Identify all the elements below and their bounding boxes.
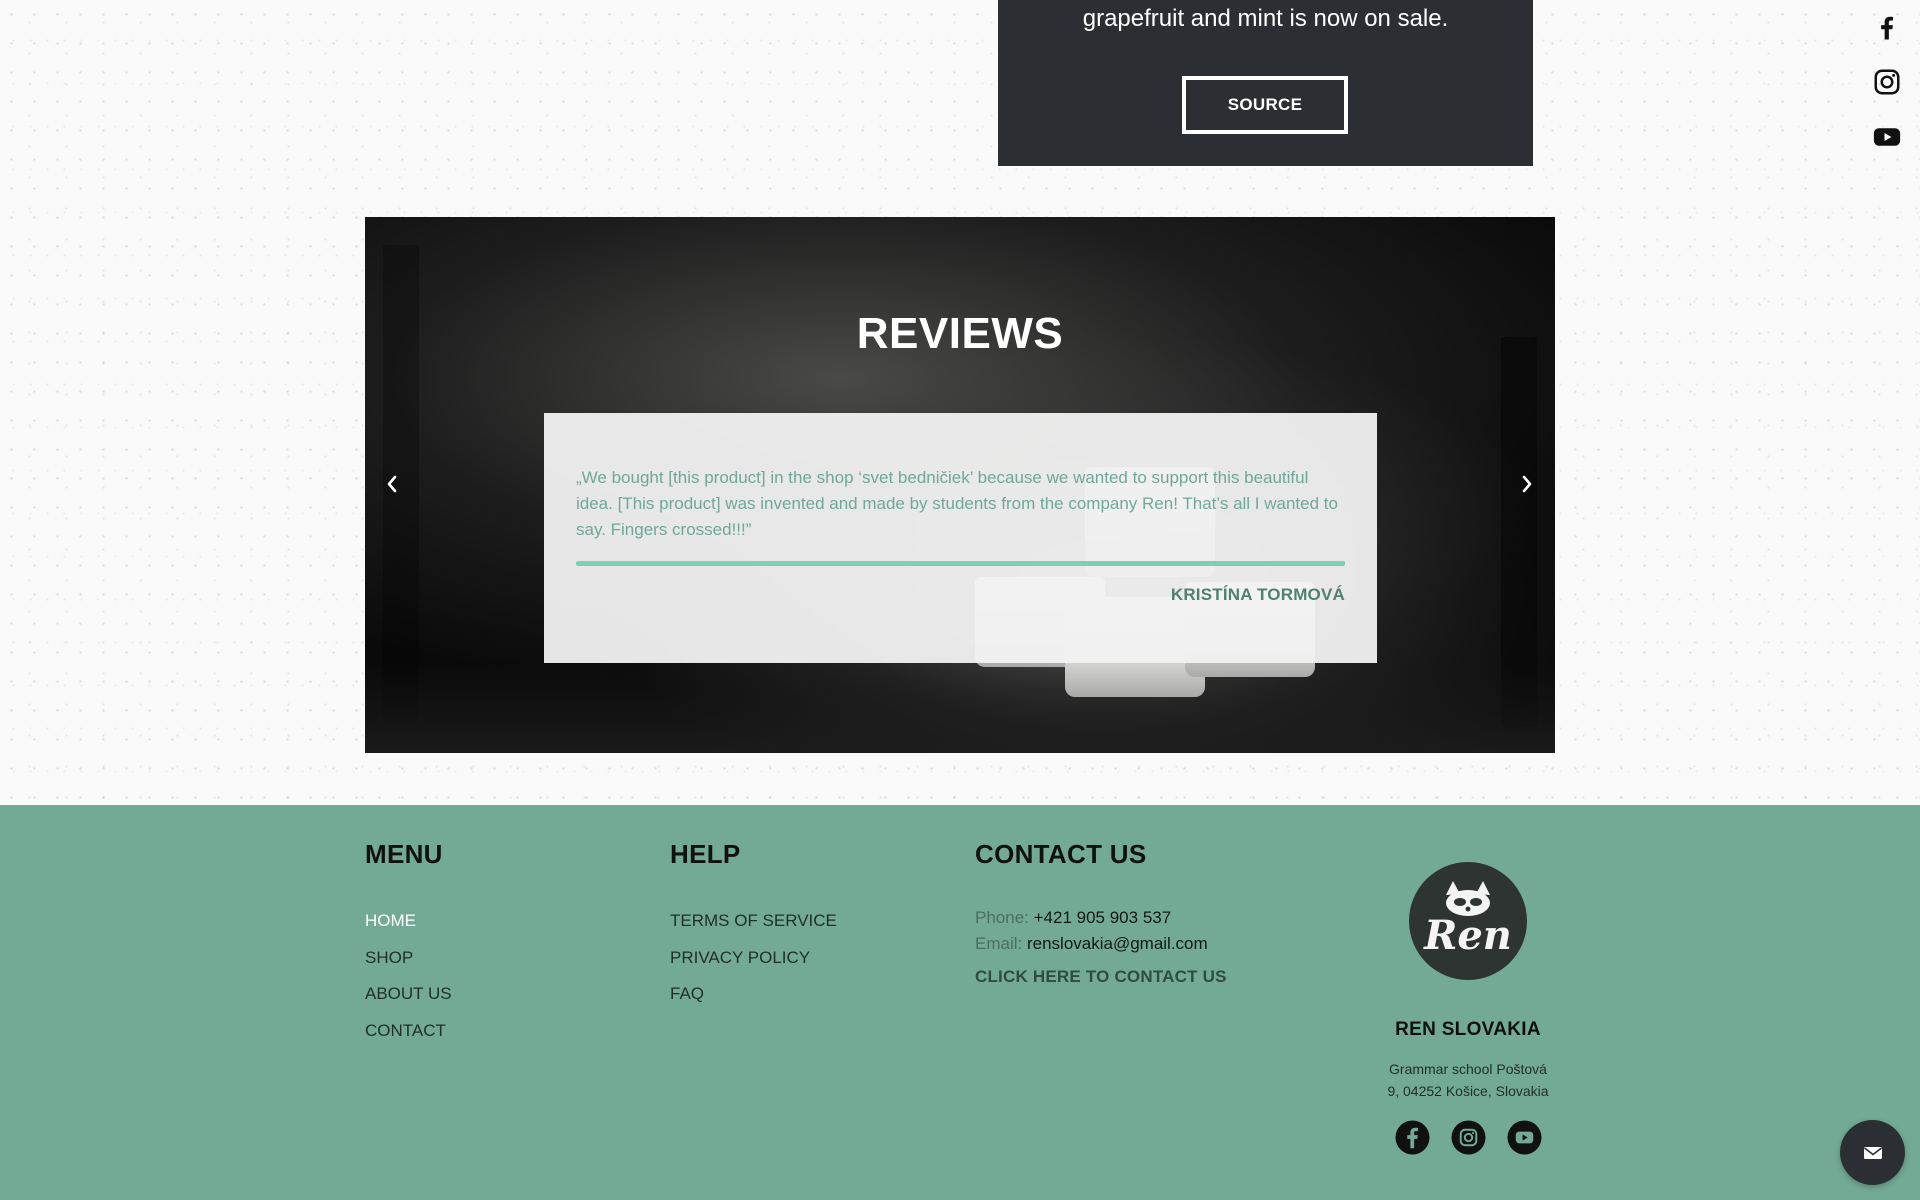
footer-link-terms[interactable]: TERMS OF SERVICE [670, 903, 837, 940]
email-value[interactable]: renslovakia@gmail.com [1027, 934, 1208, 953]
footer-link-shop[interactable]: SHOP [365, 940, 452, 977]
facebook-icon[interactable] [1872, 12, 1902, 42]
footer-help: HELP TERMS OF SERVICE PRIVACY POLICY FAQ [670, 839, 837, 1013]
footer-menu-list: HOME SHOP ABOUT US CONTACT [365, 903, 452, 1049]
footer: MENU HOME SHOP ABOUT US CONTACT HELP TER… [0, 805, 1920, 1200]
ren-logo: Ren [1409, 862, 1527, 980]
review-quote: „We bought [this product] in the shop ‘s… [576, 468, 1338, 539]
footer-link-about-us[interactable]: ABOUT US [365, 976, 452, 1013]
footer-link-contact[interactable]: CONTACT [365, 1013, 452, 1050]
brand-address: Grammar school Poštová 9, 04252 Košice, … [1368, 1058, 1568, 1102]
review-author: KRISTÍNA TORMOVÁ [1170, 585, 1345, 604]
promo-card: grapefruit and mint is now on sale. SOUR… [998, 0, 1533, 166]
background-floor [365, 663, 1555, 753]
brand-name: REN SLOVAKIA [1395, 1019, 1541, 1040]
youtube-icon[interactable] [1872, 122, 1902, 152]
chevron-right-icon [1522, 475, 1532, 493]
contact-us-link[interactable]: CLICK HERE TO CONTACT US [975, 967, 1227, 987]
reviews-title: REVIEWS [856, 309, 1064, 358]
review-card: „We bought [this product] in the shop ‘s… [544, 413, 1377, 663]
source-button[interactable]: SOURCE [1182, 76, 1348, 134]
contact-details: Phone: +421 905 903 537 Email: renslovak… [975, 905, 1227, 957]
instagram-icon[interactable] [1872, 67, 1902, 97]
social-rail [1872, 12, 1902, 177]
footer-contact-title: CONTACT US [975, 839, 1147, 869]
address-line-1: Grammar school Poštová [1389, 1061, 1547, 1077]
review-divider [576, 561, 1345, 566]
contact-email-row: Email: renslovakia@gmail.com [975, 931, 1227, 957]
chevron-left-icon [387, 475, 397, 493]
footer-social-icons [1368, 1120, 1568, 1155]
footer-menu-title: MENU [365, 839, 443, 869]
footer-contact: CONTACT US Phone: +421 905 903 537 Email… [975, 839, 1227, 987]
promo-text: grapefruit and mint is now on sale. [1082, 5, 1449, 32]
logo-wordmark: Ren [1423, 912, 1512, 959]
youtube-icon[interactable] [1506, 1120, 1542, 1155]
envelope-icon [1863, 1146, 1882, 1159]
phone-value[interactable]: +421 905 903 537 [1034, 908, 1172, 927]
facebook-icon[interactable] [1394, 1120, 1430, 1155]
address-line-2: 9, 04252 Košice, Slovakia [1387, 1083, 1549, 1099]
slider-prev-button[interactable] [380, 466, 404, 502]
instagram-icon[interactable] [1450, 1120, 1486, 1155]
footer-link-privacy[interactable]: PRIVACY POLICY [670, 940, 837, 977]
email-label: Email: [975, 934, 1023, 953]
footer-menu: MENU HOME SHOP ABOUT US CONTACT [365, 839, 452, 1049]
phone-label: Phone: [975, 908, 1029, 927]
footer-brand: Ren REN SLOVAKIA Grammar school Poštová … [1368, 861, 1568, 1155]
slider-next-button[interactable] [1515, 466, 1539, 502]
footer-link-home[interactable]: HOME [365, 903, 452, 940]
footer-help-list: TERMS OF SERVICE PRIVACY POLICY FAQ [670, 903, 837, 1013]
footer-link-faq[interactable]: FAQ [670, 976, 837, 1013]
contact-phone-row: Phone: +421 905 903 537 [975, 905, 1227, 931]
footer-help-title: HELP [670, 839, 741, 869]
contact-mail-button[interactable] [1840, 1120, 1905, 1185]
